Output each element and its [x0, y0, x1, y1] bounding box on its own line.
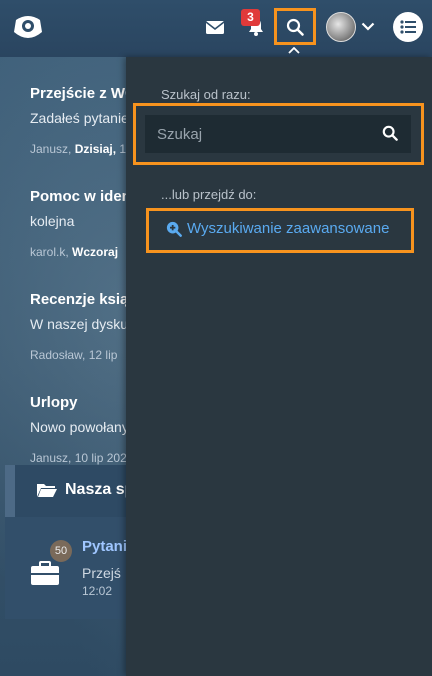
topic-meta: Radosław, 12 lip	[30, 348, 118, 362]
list-item-time: 12:02	[82, 584, 113, 598]
topic-snippet: kolejna	[30, 213, 75, 229]
list-item-title[interactable]: Pytani	[82, 538, 127, 555]
menu-list-icon	[400, 20, 416, 34]
topic-snippet: W naszej dyskus	[30, 316, 136, 332]
notification-count-badge: 3	[241, 9, 260, 26]
topic-item[interactable]: Recenzje książ W naszej dyskus Radosław,…	[30, 291, 136, 362]
search-button-highlight	[274, 8, 316, 45]
topic-snippet: Nowo powołany	[30, 419, 129, 435]
list-item-subtitle: Przejś	[82, 565, 121, 581]
topic-title[interactable]: Urlopy	[30, 394, 129, 411]
search-input-highlight	[133, 103, 424, 165]
section-label: Nasza sp	[65, 481, 135, 498]
avatar[interactable]	[326, 12, 356, 42]
topic-title[interactable]: Recenzje książ	[30, 291, 136, 308]
folder-icon	[37, 482, 57, 503]
menu-button[interactable]	[393, 12, 423, 42]
briefcase-icon	[30, 560, 60, 588]
search-panel: Szukaj od razu: ...lub przejdź do: Wyszu…	[126, 57, 432, 676]
reply-count-badge: 50	[50, 540, 72, 562]
topic-item[interactable]: Urlopy Nowo powołany Janusz, 10 lip 202	[30, 394, 129, 465]
advanced-search-highlight	[146, 208, 414, 253]
search-now-label: Szukaj od razu:	[161, 87, 251, 102]
top-bar: 3	[0, 0, 432, 57]
topic-meta: karol.k, Wczoraj	[30, 245, 119, 259]
logo-icon[interactable]	[12, 14, 44, 42]
chevron-down-icon[interactable]	[360, 18, 376, 34]
or-go-to-label: ...lub przejdź do:	[161, 187, 257, 202]
mail-icon[interactable]	[203, 16, 227, 38]
topic-item[interactable]: Pomoc w ident kolejna karol.k, Wczoraj	[30, 188, 136, 259]
topic-meta: Janusz, 10 lip 202	[30, 451, 127, 465]
dropdown-caret-icon	[288, 46, 300, 57]
topic-title[interactable]: Pomoc w ident	[30, 188, 136, 205]
